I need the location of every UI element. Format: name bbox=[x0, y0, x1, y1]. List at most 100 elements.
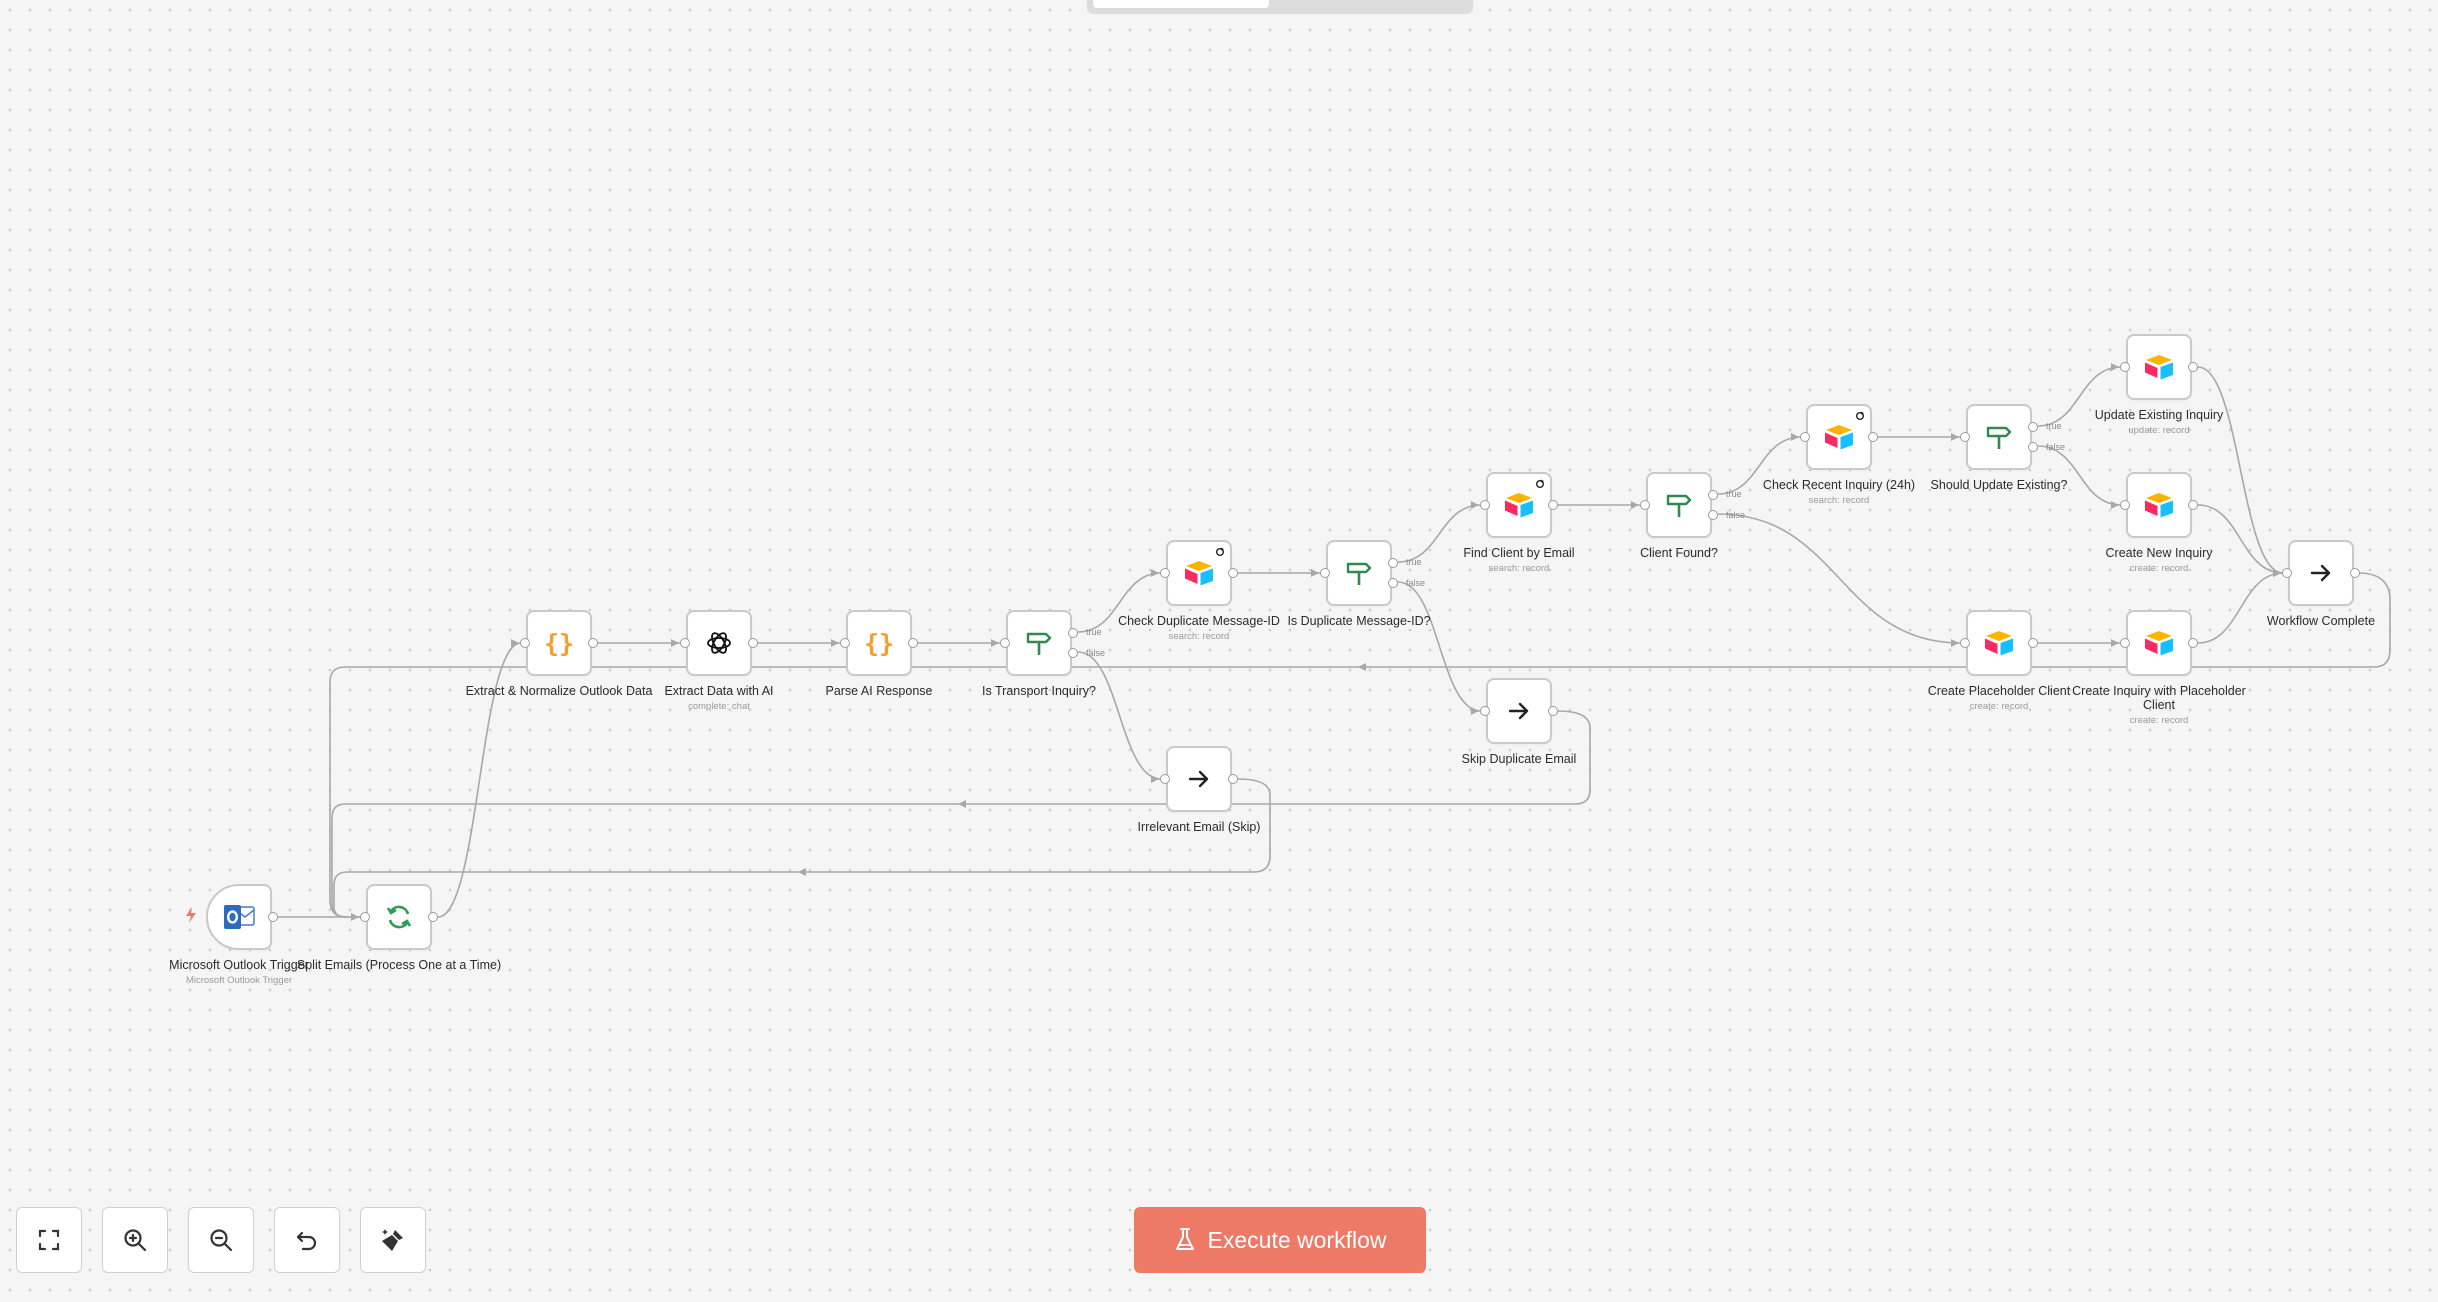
output-port-false[interactable] bbox=[2028, 442, 2038, 452]
output-port-false[interactable] bbox=[1068, 648, 1078, 658]
output-port-false[interactable] bbox=[1388, 578, 1398, 588]
node-box[interactable] bbox=[1966, 404, 2032, 470]
node-box[interactable] bbox=[1486, 472, 1552, 538]
workflow-canvas[interactable]: Microsoft Outlook Trigger Microsoft Outl… bbox=[0, 0, 2438, 1302]
input-port[interactable] bbox=[2120, 500, 2130, 510]
node-label: Skip Duplicate Email bbox=[1416, 752, 1622, 766]
node-client-found[interactable]: true false Client Found? bbox=[1640, 472, 1745, 560]
input-port[interactable] bbox=[840, 638, 850, 648]
node-create-placeholder-client[interactable]: Create Placeholder Client create: record bbox=[1928, 610, 2070, 712]
tidy-up-button[interactable] bbox=[360, 1207, 426, 1273]
output-port[interactable] bbox=[908, 638, 918, 648]
input-port[interactable] bbox=[1960, 432, 1970, 442]
input-port[interactable] bbox=[1960, 638, 1970, 648]
output-port[interactable] bbox=[2188, 362, 2198, 372]
node-parse-ai-response[interactable]: {} Parse AI Response bbox=[825, 610, 933, 698]
input-port[interactable] bbox=[1480, 500, 1490, 510]
output-port[interactable] bbox=[748, 638, 758, 648]
input-port[interactable] bbox=[2282, 568, 2292, 578]
node-box[interactable] bbox=[2126, 472, 2192, 538]
node-box[interactable] bbox=[366, 884, 432, 950]
zoom-out-button[interactable] bbox=[188, 1207, 254, 1273]
output-port[interactable] bbox=[2028, 638, 2038, 648]
node-is-duplicate-message-id[interactable]: true false Is Duplicate Message-ID? bbox=[1287, 540, 1431, 628]
output-port-true[interactable] bbox=[1388, 558, 1398, 568]
node-update-existing-inquiry[interactable]: Update Existing Inquiry update: record bbox=[2095, 334, 2223, 436]
node-find-client-by-email[interactable]: Find Client by Email search: record bbox=[1463, 472, 1575, 574]
input-port[interactable] bbox=[1640, 500, 1650, 510]
node-irrelevant-email-skip[interactable]: Irrelevant Email (Skip) bbox=[1138, 746, 1260, 834]
node-box[interactable] bbox=[2126, 610, 2192, 676]
node-subtitle: create: record bbox=[2129, 563, 2189, 574]
node-box[interactable] bbox=[1486, 678, 1552, 744]
branch-label-false: false bbox=[1086, 648, 1106, 658]
edge-update-false-to-create-new[interactable] bbox=[2037, 445, 2122, 506]
output-port[interactable] bbox=[428, 912, 438, 922]
edge-dup-false-to-skip-dup[interactable] bbox=[1397, 581, 1482, 712]
input-port[interactable] bbox=[1800, 432, 1810, 442]
output-port[interactable] bbox=[2188, 500, 2198, 510]
edge-transport-false-to-irrelevant[interactable] bbox=[1077, 651, 1162, 780]
input-port[interactable] bbox=[680, 638, 690, 648]
edge-create-with-placeholder-to-complete[interactable] bbox=[2197, 572, 2284, 644]
node-box[interactable] bbox=[686, 610, 752, 676]
output-port[interactable] bbox=[1228, 774, 1238, 784]
node-is-transport-inquiry[interactable]: true false Is Transport Inquiry? bbox=[982, 610, 1105, 698]
output-port[interactable] bbox=[1868, 432, 1878, 442]
loop-skip-dup-to-split[interactable] bbox=[331, 710, 1591, 918]
output-port-true[interactable] bbox=[2028, 422, 2038, 432]
input-port[interactable] bbox=[2120, 638, 2130, 648]
node-skip-duplicate-email[interactable]: Skip Duplicate Email bbox=[1462, 678, 1576, 766]
input-port[interactable] bbox=[2120, 362, 2130, 372]
node-check-duplicate-message-id[interactable]: Check Duplicate Message-ID search: recor… bbox=[1118, 540, 1280, 642]
output-port-true[interactable] bbox=[1708, 490, 1718, 500]
input-port[interactable] bbox=[1160, 568, 1170, 578]
output-port[interactable] bbox=[588, 638, 598, 648]
node-box[interactable] bbox=[206, 884, 272, 950]
node-box[interactable] bbox=[2288, 540, 2354, 606]
input-port[interactable] bbox=[520, 638, 530, 648]
zoom-in-button[interactable] bbox=[102, 1207, 168, 1273]
node-box[interactable] bbox=[1806, 404, 1872, 470]
node-box[interactable] bbox=[1006, 610, 1072, 676]
execute-workflow-button[interactable]: Execute workflow bbox=[1134, 1207, 1426, 1273]
input-port[interactable] bbox=[1480, 706, 1490, 716]
output-port[interactable] bbox=[1548, 500, 1558, 510]
node-check-recent-inquiry[interactable]: Check Recent Inquiry (24h) search: recor… bbox=[1763, 404, 1915, 506]
node-should-update-existing[interactable]: true false Should Update Existing? bbox=[1931, 404, 2067, 492]
output-port[interactable] bbox=[268, 912, 278, 922]
node-microsoft-outlook-trigger[interactable]: Microsoft Outlook Trigger Microsoft Outl… bbox=[169, 884, 309, 986]
output-port[interactable] bbox=[2188, 638, 2198, 648]
node-box[interactable] bbox=[1166, 746, 1232, 812]
node-box[interactable]: {} bbox=[846, 610, 912, 676]
output-port[interactable] bbox=[1228, 568, 1238, 578]
node-box[interactable] bbox=[1326, 540, 1392, 606]
node-extract-normalize[interactable]: {} Extract & Normalize Outlook Data bbox=[466, 610, 652, 698]
loop-irrelevant-arrow bbox=[798, 868, 806, 876]
node-extract-data-ai[interactable]: Extract Data with AI complete: chat bbox=[664, 610, 774, 712]
node-box[interactable] bbox=[1966, 610, 2032, 676]
fit-view-button[interactable] bbox=[16, 1207, 82, 1273]
edge-found-false-to-create-placeholder[interactable] bbox=[1717, 513, 1962, 644]
input-port[interactable] bbox=[360, 912, 370, 922]
node-split-emails[interactable]: Split Emails (Process One at a Time) bbox=[297, 884, 501, 972]
input-port[interactable] bbox=[1000, 638, 1010, 648]
node-box[interactable]: {} bbox=[526, 610, 592, 676]
node-workflow-complete[interactable]: Workflow Complete bbox=[2267, 540, 2375, 628]
code-braces-icon: {} bbox=[543, 628, 575, 658]
node-box[interactable] bbox=[2126, 334, 2192, 400]
output-port-true[interactable] bbox=[1068, 628, 1078, 638]
node-create-inquiry-with-placeholder[interactable]: Create Inquiry with Placeholder Client c… bbox=[2072, 610, 2246, 726]
output-port[interactable] bbox=[1548, 706, 1558, 716]
reset-zoom-button[interactable] bbox=[274, 1207, 340, 1273]
node-box[interactable] bbox=[1166, 540, 1232, 606]
node-box[interactable] bbox=[1646, 472, 1712, 538]
loop-irrelevant-to-split[interactable] bbox=[333, 778, 1271, 918]
input-port[interactable] bbox=[1320, 568, 1330, 578]
node-create-new-inquiry[interactable]: Create New Inquiry create: record bbox=[2106, 472, 2213, 574]
output-port-false[interactable] bbox=[1708, 510, 1718, 520]
loop-skip-dup-arrow bbox=[958, 800, 966, 808]
output-port[interactable] bbox=[2350, 568, 2360, 578]
input-port[interactable] bbox=[1160, 774, 1170, 784]
edge-update-existing-to-complete[interactable] bbox=[2197, 366, 2284, 574]
